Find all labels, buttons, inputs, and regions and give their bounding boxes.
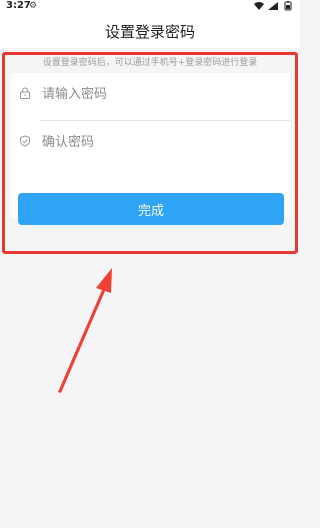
lock-icon <box>20 87 30 99</box>
status-bar: 3:27 ⚙ <box>0 0 300 14</box>
password-field-row <box>10 73 290 115</box>
password-form-highlight: 设置登录密码后，可以通过手机号+登录密码进行登录 完成 <box>2 52 298 254</box>
wifi-icon <box>254 2 264 10</box>
signal-icon <box>268 2 278 10</box>
complete-button[interactable]: 完成 <box>18 193 284 225</box>
confirm-password-input[interactable] <box>42 130 278 154</box>
status-time: 3:27 <box>6 0 31 11</box>
battery-icon <box>284 1 292 11</box>
header: 设置登录密码 <box>0 14 300 48</box>
page-title: 设置登录密码 <box>104 23 195 41</box>
form-hint: 设置登录密码后，可以通过手机号+登录密码进行登录 <box>42 58 258 68</box>
confirm-field-row <box>10 121 290 163</box>
password-input[interactable] <box>42 82 278 106</box>
gear-icon: ⚙ <box>29 1 38 11</box>
shield-check-icon <box>20 135 30 147</box>
status-icons <box>254 1 292 11</box>
